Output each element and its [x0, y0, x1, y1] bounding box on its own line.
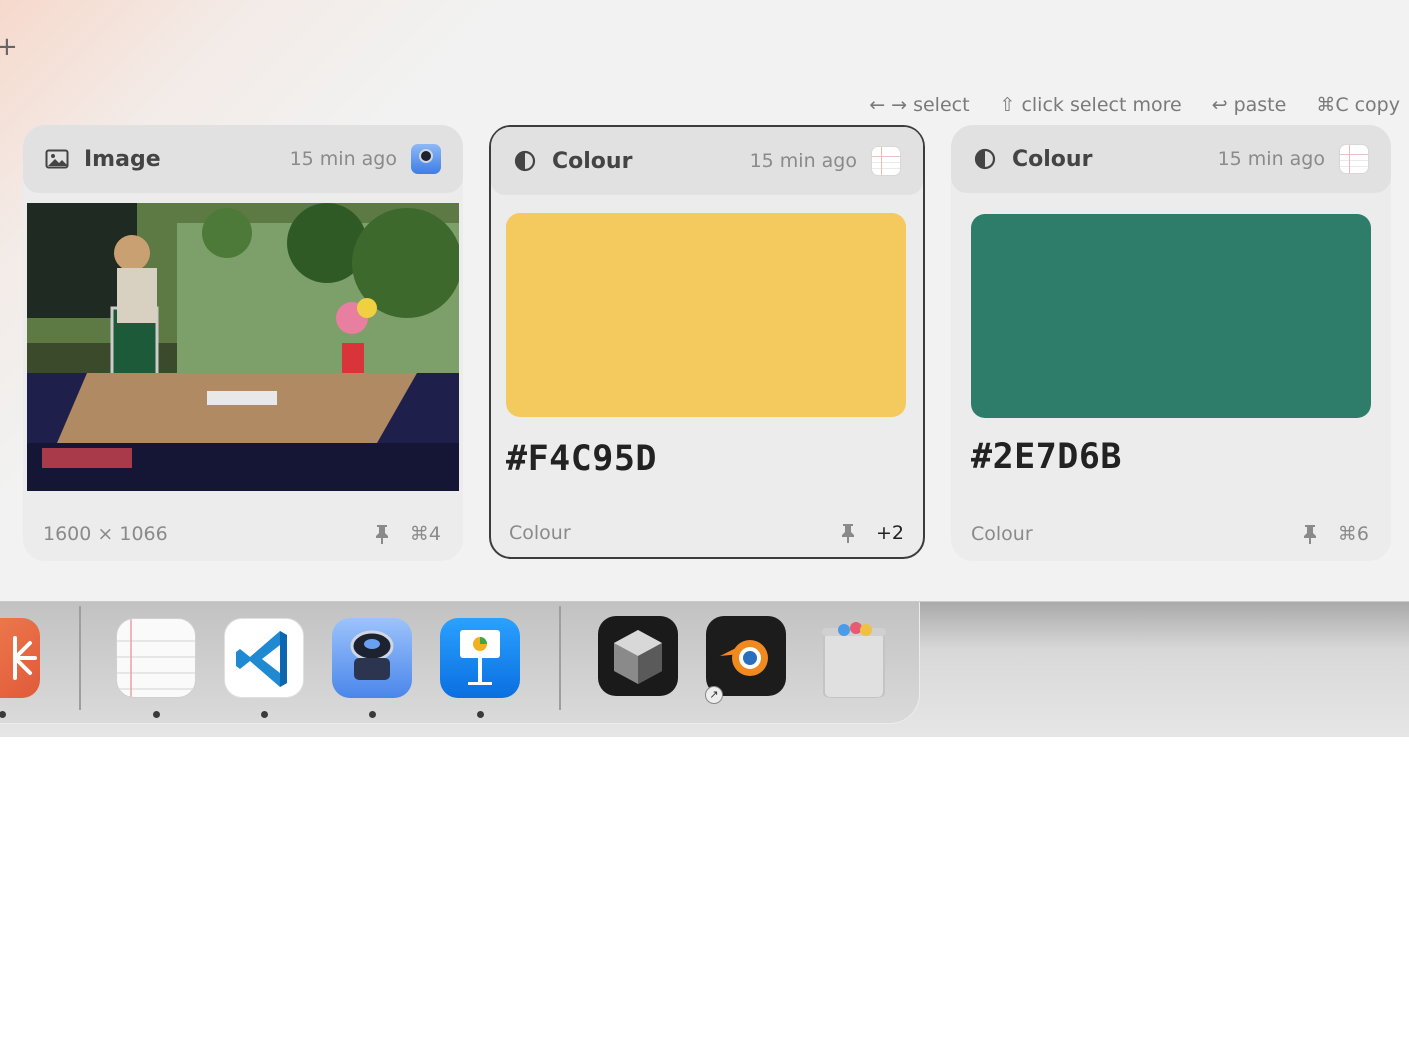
running-indicator — [261, 711, 268, 718]
notes-app-icon[interactable] — [116, 618, 196, 698]
image-preview — [27, 203, 459, 491]
card-time: 15 min ago — [289, 148, 397, 170]
shortcut-label: ⌘6 — [1337, 523, 1369, 545]
hint-copy: ⌘C copy — [1316, 94, 1400, 116]
shortcut-label: ⌘4 — [409, 523, 441, 545]
colour-swatch — [971, 214, 1371, 418]
notes-app-icon — [871, 146, 901, 176]
hex-value: #2E7D6B — [971, 437, 1123, 477]
card-header: Image 15 min ago — [23, 125, 463, 193]
card-type-label: Colour — [1012, 146, 1093, 172]
card-type-label: Image — [84, 146, 161, 172]
clip-card-colour-selected[interactable]: Colour 15 min ago #F4C95D Colour +2 — [489, 125, 925, 559]
dock: ↗ — [0, 602, 920, 724]
preview-app-icon[interactable] — [332, 618, 412, 698]
dock-separator — [79, 606, 81, 710]
running-indicator — [0, 711, 6, 718]
pin-icon[interactable] — [374, 524, 390, 544]
add-icon[interactable]: + — [0, 34, 18, 60]
card-footer: Colour ⌘6 — [971, 523, 1369, 545]
clip-card-colour[interactable]: Colour 15 min ago #2E7D6B Colour ⌘6 — [951, 125, 1391, 561]
card-time: 15 min ago — [1217, 148, 1325, 170]
pin-icon[interactable] — [840, 523, 856, 543]
image-dimensions: 1600 × 1066 — [43, 523, 168, 545]
colour-swatch — [506, 213, 906, 417]
keyboard-hints: ← → select ⇧ click select more ↩ paste ⌘C co… — [869, 94, 1400, 116]
image-icon — [45, 147, 69, 171]
alias-arrow-icon: ↗ — [705, 686, 723, 704]
card-time: 15 min ago — [749, 150, 857, 172]
notes-app-icon — [1339, 144, 1369, 174]
trash-icon[interactable] — [814, 618, 894, 698]
card-header: Colour 15 min ago — [951, 125, 1391, 193]
pin-icon[interactable] — [1302, 524, 1318, 544]
count-badge: +2 — [875, 522, 904, 544]
clip-card-image[interactable]: Image 15 min ago 1600 × 1066 ⌘4 — [23, 125, 463, 561]
card-header: Colour 15 min ago — [491, 127, 923, 195]
hint-select: ← → select — [869, 94, 970, 116]
card-kind-label: Colour — [971, 523, 1033, 545]
blender-app-icon[interactable] — [706, 616, 786, 696]
running-indicator — [153, 711, 160, 718]
hint-select-more: ⇧ click select more — [999, 94, 1182, 116]
keynote-app-icon[interactable] — [440, 618, 520, 698]
running-indicator — [369, 711, 376, 718]
contrast-icon — [973, 147, 997, 171]
dock-separator — [559, 606, 561, 710]
preview-app-icon — [411, 144, 441, 174]
cube-app-icon[interactable] — [598, 616, 678, 696]
vscode-app-icon[interactable] — [224, 618, 304, 698]
dock-area: ↗ — [0, 602, 1409, 737]
clipboard-panel: + ← → select ⇧ click select more ↩ paste ⌘C… — [0, 0, 1409, 602]
hint-paste: ↩ paste — [1211, 94, 1287, 116]
sparkle-app-icon[interactable] — [0, 618, 40, 698]
card-footer: 1600 × 1066 ⌘4 — [43, 523, 441, 545]
card-type-label: Colour — [552, 148, 633, 174]
running-indicator — [477, 711, 484, 718]
hex-value: #F4C95D — [506, 439, 658, 479]
card-kind-label: Colour — [509, 522, 571, 544]
contrast-icon — [513, 149, 537, 173]
card-footer: Colour +2 — [509, 522, 904, 544]
